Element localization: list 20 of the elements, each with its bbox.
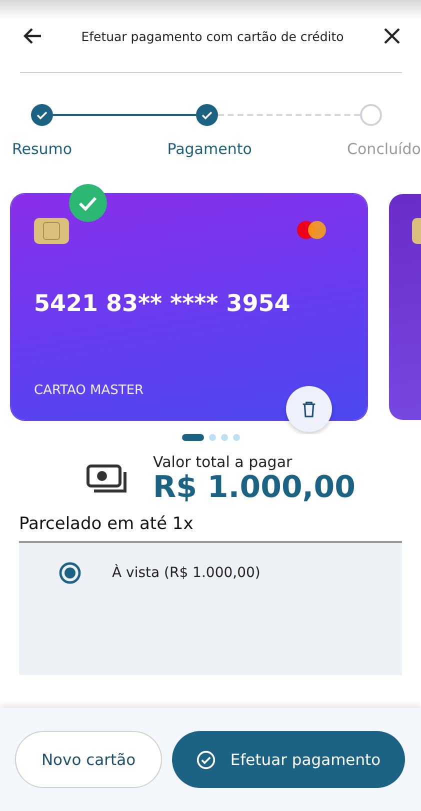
pay-button[interactable]: Efetuar pagamento <box>172 731 405 788</box>
installments-title: Parcelado em até 1x <box>18 512 194 534</box>
card-number: 5421 83** **** 3954 <box>34 291 290 317</box>
step-label: Concluído <box>347 140 421 158</box>
total-label: Valor total a pagar <box>153 453 294 471</box>
chip-icon <box>34 218 69 244</box>
installment-option[interactable]: À vista (R$ 1.000,00) <box>19 542 402 584</box>
card-holder-name: CARTAO MASTER <box>34 383 144 398</box>
total-amount: R$ 1.000,00 <box>153 471 356 506</box>
installment-label: À vista (R$ 1.000,00) <box>112 564 260 580</box>
radio-button[interactable] <box>59 562 81 584</box>
new-card-button[interactable]: Novo cartão <box>15 731 162 788</box>
check-circle-icon <box>196 750 216 770</box>
card-brand-icon <box>295 220 329 240</box>
trash-icon <box>302 400 316 418</box>
cash-icon <box>86 464 128 494</box>
page-title: Efetuar pagamento com cartão de crédito <box>81 28 344 44</box>
step-label: Pagamento <box>167 140 252 158</box>
step-label: Resumo <box>12 140 72 158</box>
credit-card[interactable]: 5421 83** **** 3954 CARTAO MASTER <box>11 194 367 420</box>
